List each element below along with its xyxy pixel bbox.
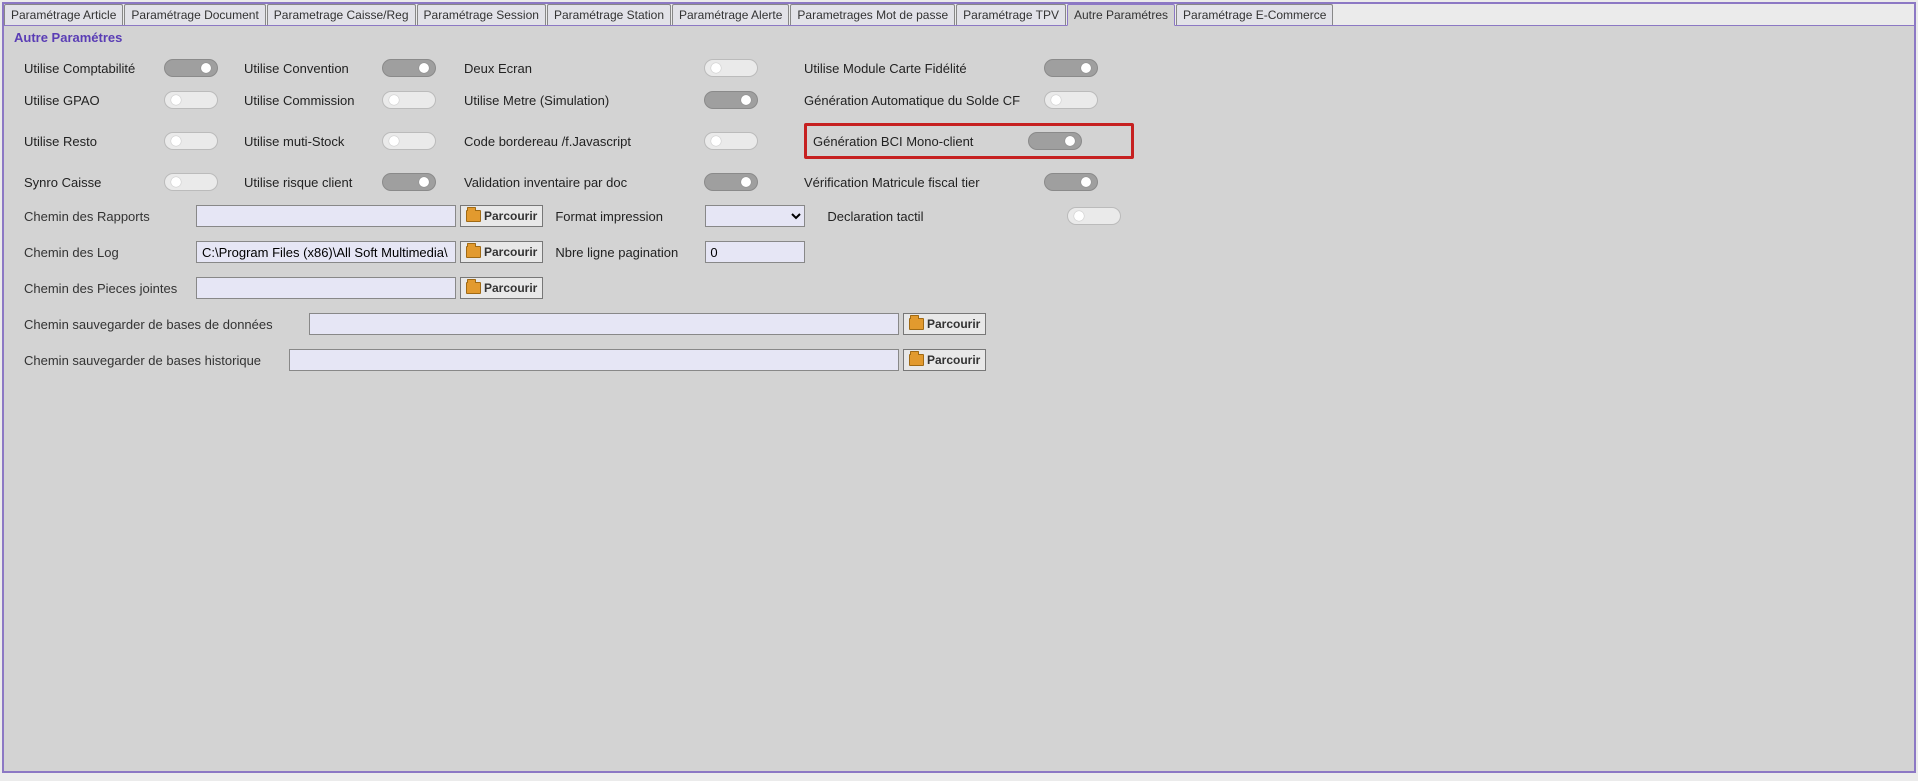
label-utilise-commission: Utilise Commission [244,93,382,108]
tab-param-document[interactable]: Paramétrage Document [124,4,265,25]
browse-label: Parcourir [484,281,537,295]
label-gen-auto-solde-cf: Génération Automatique du Solde CF [804,93,1044,108]
label-verif-matricule-fiscal: Vérification Matricule fiscal tier [804,175,1044,190]
input-chemin-sauvegarde-bdd[interactable] [309,313,899,335]
browse-label: Parcourir [927,317,980,331]
toggle-declaration-tactil[interactable] [1067,207,1121,225]
browse-label: Parcourir [484,209,537,223]
browse-pieces-jointes-button[interactable]: Parcourir [460,277,543,299]
folder-icon [909,318,924,330]
label-format-impression: Format impression [555,209,705,224]
toggle-synro-caisse[interactable] [164,173,218,191]
label-nbre-ligne-pagination: Nbre ligne pagination [555,245,705,260]
browse-sauvegarde-bdd-button[interactable]: Parcourir [903,313,986,335]
toggle-utilise-convention[interactable] [382,59,436,77]
tab-param-tpv[interactable]: Paramétrage TPV [956,4,1066,25]
toggle-utilise-metre[interactable] [704,91,758,109]
toggle-verif-matricule-fiscal[interactable] [1044,173,1098,191]
toggle-module-carte-fidelite[interactable] [1044,59,1098,77]
toggle-deux-ecran[interactable] [704,59,758,77]
browse-label: Parcourir [927,353,980,367]
label-utilise-muti-stock: Utilise muti-Stock [244,134,382,149]
tab-autre-parametres[interactable]: Autre Paramétres [1067,4,1175,26]
toggle-utilise-risque-client[interactable] [382,173,436,191]
toggle-utilise-gpao[interactable] [164,91,218,109]
tab-param-alerte[interactable]: Paramétrage Alerte [672,4,789,25]
label-gen-bci-mono-client: Génération BCI Mono-client [813,134,1028,149]
toggle-code-bordereau[interactable] [704,132,758,150]
browse-label: Parcourir [484,245,537,259]
input-nbre-ligne-pagination[interactable] [705,241,805,263]
toggle-utilise-resto[interactable] [164,132,218,150]
label-chemin-sauvegarde-historique: Chemin sauvegarder de bases historique [24,353,289,368]
tab-param-caisse-reg[interactable]: Parametrage Caisse/Reg [267,4,416,25]
input-chemin-log[interactable] [196,241,456,263]
label-chemin-log: Chemin des Log [24,245,196,260]
input-chemin-sauvegarde-historique[interactable] [289,349,899,371]
label-module-carte-fidelite: Utilise Module Carte Fidélité [804,61,1044,76]
toggle-gen-auto-solde-cf[interactable] [1044,91,1098,109]
highlight-gen-bci: Génération BCI Mono-client [804,123,1134,159]
tab-param-ecommerce[interactable]: Paramétrage E-Commerce [1176,4,1333,25]
label-chemin-sauvegarde-bdd: Chemin sauvegarder de bases de données [24,317,309,332]
browse-log-button[interactable]: Parcourir [460,241,543,263]
browse-rapports-button[interactable]: Parcourir [460,205,543,227]
folder-icon [466,282,481,294]
input-chemin-rapports[interactable] [196,205,456,227]
label-utilise-resto: Utilise Resto [24,134,164,149]
folder-icon [466,246,481,258]
tab-bar: Paramétrage Article Paramétrage Document… [4,4,1914,26]
tab-param-article[interactable]: Paramétrage Article [4,4,123,25]
label-utilise-gpao: Utilise GPAO [24,93,164,108]
label-utilise-metre: Utilise Metre (Simulation) [464,93,704,108]
browse-sauvegarde-historique-button[interactable]: Parcourir [903,349,986,371]
label-utilise-comptabilite: Utilise Comptabilité [24,61,164,76]
toggle-validation-inventaire[interactable] [704,173,758,191]
label-utilise-convention: Utilise Convention [244,61,382,76]
section-title: Autre Paramétres [4,26,1914,51]
input-chemin-pieces-jointes[interactable] [196,277,456,299]
label-declaration-tactil: Declaration tactil [827,209,1067,224]
tab-param-mot-de-passe[interactable]: Parametrages Mot de passe [790,4,955,25]
tab-param-session[interactable]: Paramétrage Session [417,4,546,25]
label-utilise-risque-client: Utilise risque client [244,175,382,190]
content-panel: Utilise Comptabilité Utilise Convention … [4,51,1914,771]
label-code-bordereau: Code bordereau /f.Javascript [464,134,704,149]
folder-icon [909,354,924,366]
select-format-impression[interactable] [705,205,805,227]
toggle-utilise-comptabilite[interactable] [164,59,218,77]
toggle-utilise-commission[interactable] [382,91,436,109]
label-chemin-pieces-jointes: Chemin des Pieces jointes [24,281,196,296]
tab-param-station[interactable]: Paramétrage Station [547,4,671,25]
label-validation-inventaire: Validation inventaire par doc [464,175,704,190]
label-synro-caisse: Synro Caisse [24,175,164,190]
toggle-utilise-muti-stock[interactable] [382,132,436,150]
label-deux-ecran: Deux Ecran [464,61,704,76]
toggle-gen-bci-mono-client[interactable] [1028,132,1082,150]
label-chemin-rapports: Chemin des Rapports [24,209,196,224]
folder-icon [466,210,481,222]
